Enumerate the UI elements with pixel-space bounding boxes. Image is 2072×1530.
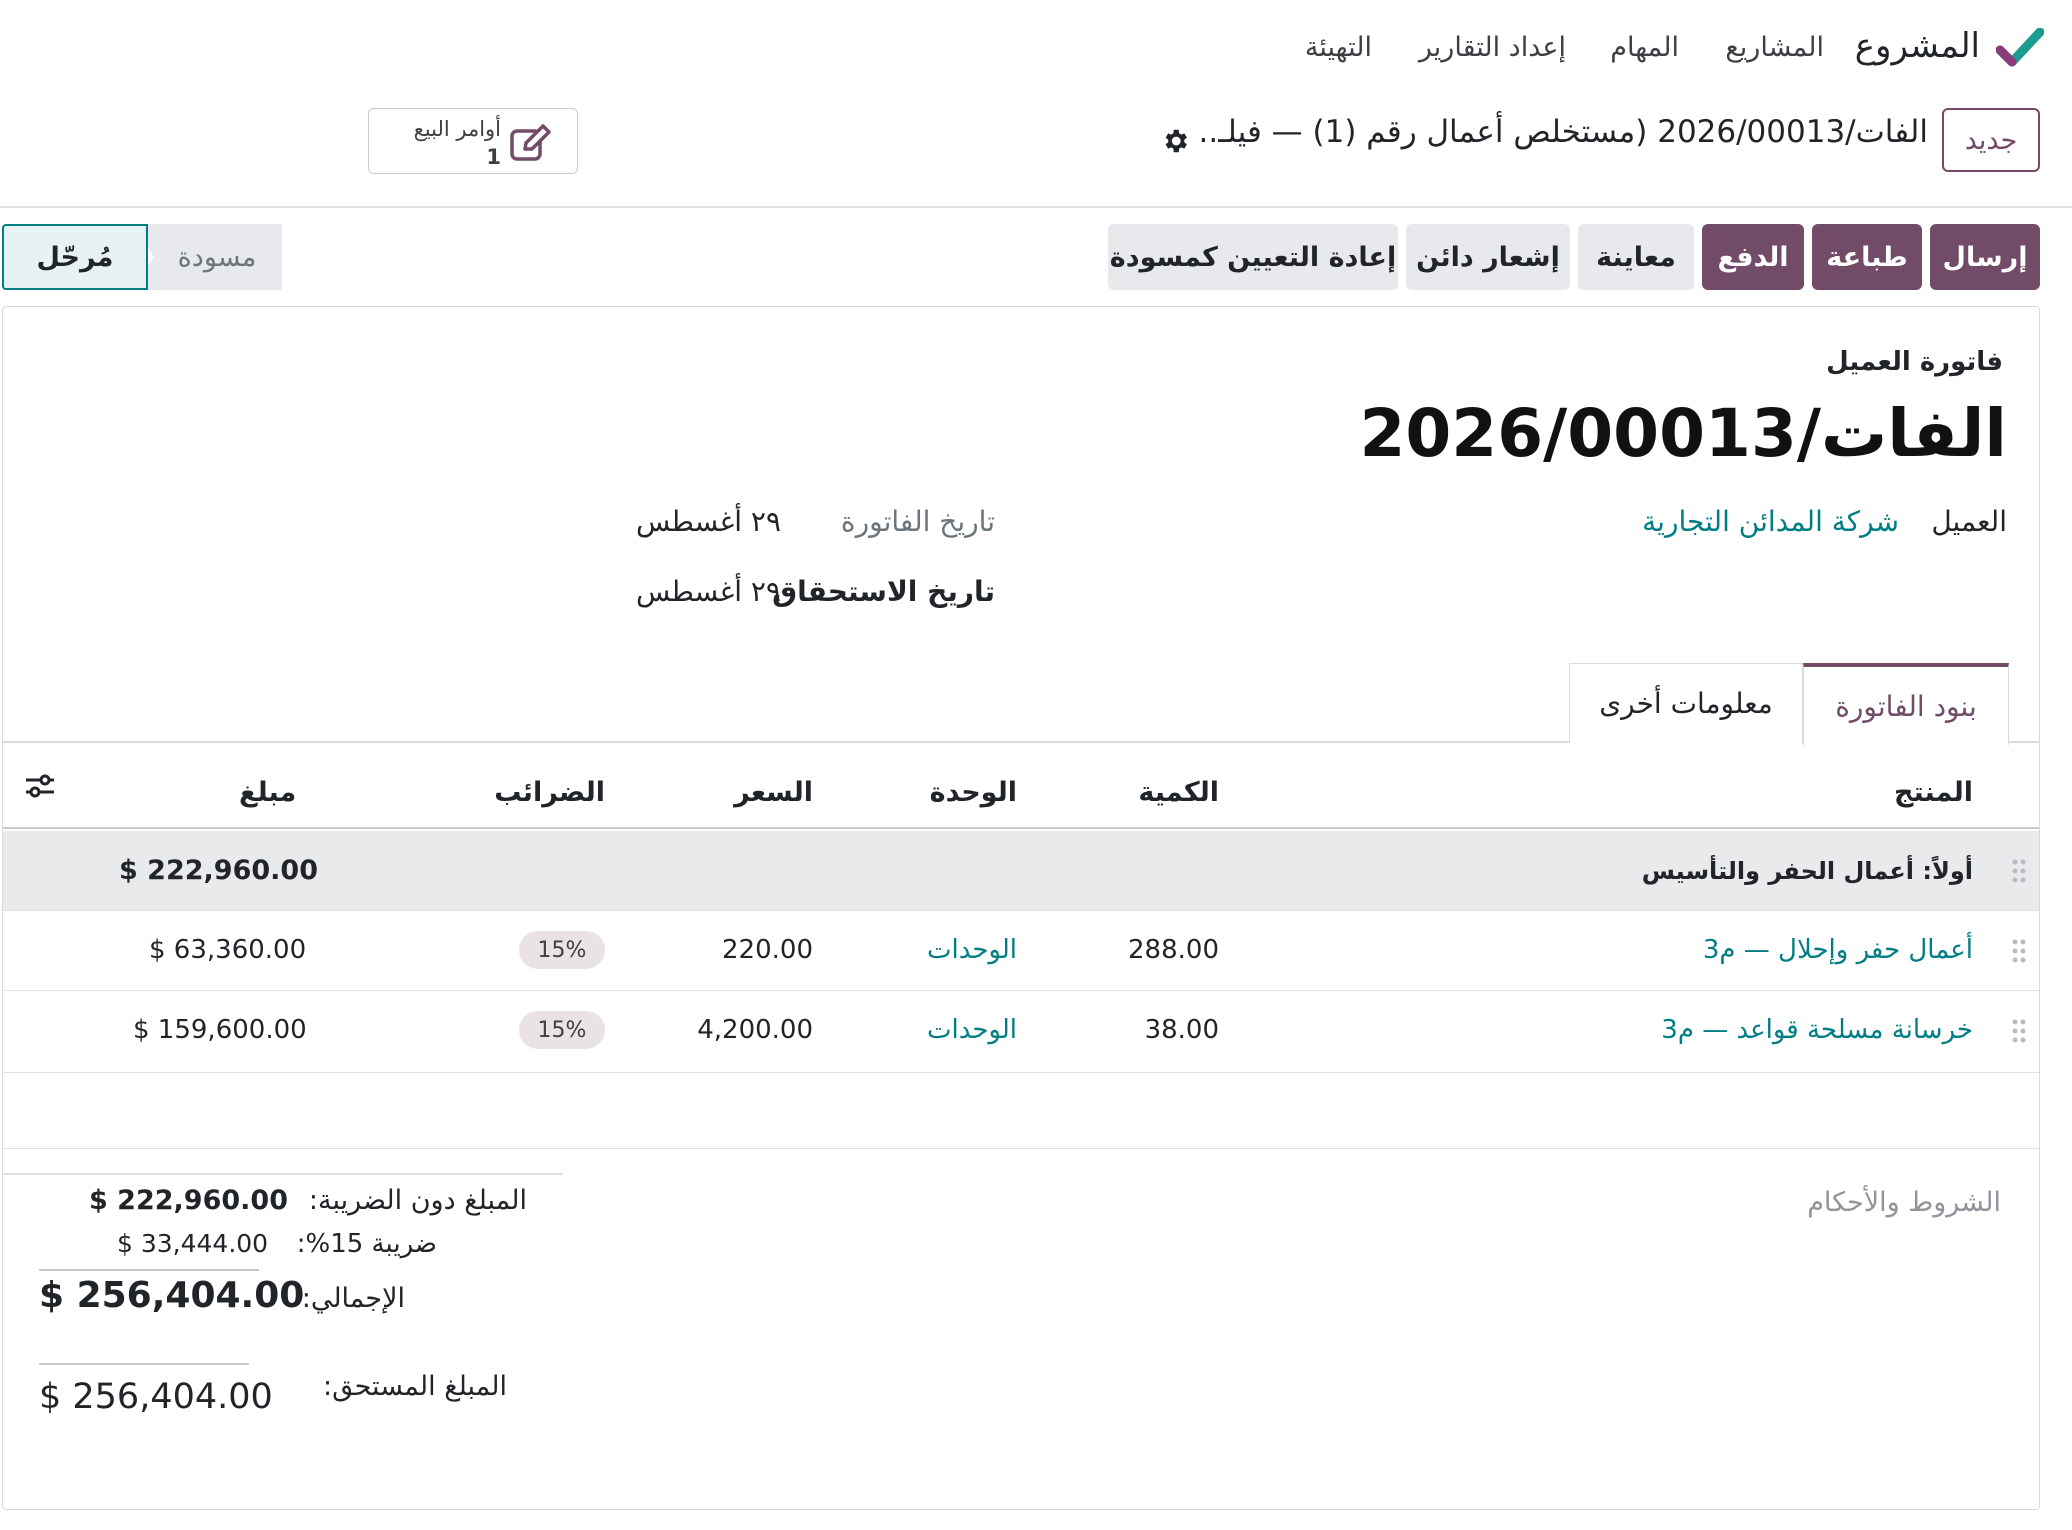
pay-button[interactable]: الدفع	[1702, 224, 1804, 290]
tab-invoice-lines[interactable]: بنود الفاتورة	[1803, 663, 2009, 745]
section-subtotal: $ 222,960.00	[119, 855, 318, 886]
sale-orders-smart-button[interactable]: أوامر البيع 1	[368, 108, 578, 174]
top-navbar: المشروع المشاريع المهام إعداد التقارير ا…	[0, 0, 2072, 96]
breadcrumb-title: الفات/2026/00013 (مستخلص أعمال رقم (1) —…	[1198, 114, 1928, 150]
column-taxes[interactable]: الضرائب	[494, 777, 605, 808]
nav-item-configuration[interactable]: التهيئة	[1305, 32, 1372, 63]
preview-button[interactable]: معاينة	[1578, 224, 1694, 290]
total-amount: $ 256,404.00	[39, 1275, 305, 1316]
table-header: المنتج الكمية الوحدة السعر الضرائب مبلغ	[3, 743, 2039, 829]
drag-handle-icon[interactable]	[2009, 1016, 2029, 1046]
credit-note-button[interactable]: إشعار دائن	[1406, 224, 1570, 290]
amount-due-label: المبلغ المستحق:	[323, 1371, 507, 1402]
empty-row	[3, 1073, 2039, 1149]
new-button[interactable]: جديد	[1942, 108, 2040, 172]
nav-item-projects[interactable]: المشاريع	[1725, 32, 1824, 63]
invoice-date-label: تاريخ الفاتورة	[840, 505, 995, 538]
terms-field[interactable]: الشروط والأحكام	[1807, 1187, 2001, 1218]
line-amount: $ 159,600.00	[133, 1015, 307, 1045]
nav-item-reporting[interactable]: إعداد التقارير	[1419, 32, 1566, 63]
print-button[interactable]: طباعة	[1812, 224, 1922, 290]
line-uom[interactable]: الوحدات	[927, 1015, 1017, 1045]
section-row[interactable]: أولاً: أعمال الحفر والتأسيس $ 222,960.00	[3, 831, 2039, 911]
due-date-field[interactable]: ٢٩ أغسطس	[636, 575, 781, 608]
status-bar: مسودة مُرحّل	[2, 224, 282, 290]
reset-to-draft-button[interactable]: إعادة التعيين كمسودة	[1108, 224, 1398, 290]
line-quantity[interactable]: 38.00	[1145, 1015, 1219, 1045]
invoice-number: الفات/2026/00013	[1359, 395, 2007, 472]
send-button[interactable]: إرسال	[1930, 224, 2040, 290]
document-type: فاتورة العميل	[1826, 347, 2003, 377]
tax-badge[interactable]: 15%	[519, 1011, 605, 1049]
customer-label: العميل	[1931, 505, 2007, 538]
table-row[interactable]: خرسانة مسلحة قواعد — م3 38.00 الوحدات 4,…	[3, 991, 2039, 1073]
totals-divider	[3, 1173, 563, 1175]
invoice-form-sheet: فاتورة العميل الفات/2026/00013 العميل شر…	[2, 306, 2040, 1510]
edit-icon	[510, 124, 551, 161]
section-title: أولاً: أعمال الحفر والتأسيس	[1641, 857, 1973, 885]
gear-icon[interactable]	[1160, 126, 1190, 156]
drag-handle-icon[interactable]	[2009, 856, 2029, 886]
total-label: الإجمالي:	[301, 1283, 405, 1314]
line-product[interactable]: أعمال حفر وإحلال — م3	[1703, 935, 1973, 965]
column-price[interactable]: السعر	[734, 777, 813, 808]
tax-amount: $ 33,444.00	[117, 1229, 269, 1258]
sale-orders-count: 1	[486, 145, 501, 169]
tax-label: ضريبة 15%:	[296, 1229, 437, 1259]
invoice-date-field[interactable]: ٢٩ أغسطس	[636, 505, 781, 538]
sale-orders-label: أوامر البيع	[413, 117, 501, 141]
project-app-logo-icon[interactable]	[1996, 28, 2044, 68]
untaxed-amount: $ 222,960.00	[89, 1185, 288, 1216]
total-divider	[39, 1269, 259, 1271]
table-row[interactable]: أعمال حفر وإحلال — م3 288.00 الوحدات 220…	[3, 911, 2039, 991]
column-amount[interactable]: مبلغ	[239, 777, 296, 808]
line-uom[interactable]: الوحدات	[927, 935, 1017, 965]
line-quantity[interactable]: 288.00	[1128, 935, 1219, 965]
due-date-label: تاريخ الاستحقاق	[772, 575, 995, 608]
status-posted[interactable]: مُرحّل	[2, 224, 148, 290]
tab-other-info[interactable]: معلومات أخرى	[1569, 663, 1803, 743]
tax-badge[interactable]: 15%	[519, 931, 605, 969]
line-amount: $ 63,360.00	[149, 935, 307, 965]
column-uom[interactable]: الوحدة	[930, 777, 1017, 808]
drag-handle-icon[interactable]	[2009, 936, 2029, 966]
status-draft[interactable]: مسودة	[132, 224, 282, 290]
untaxed-label: المبلغ دون الضريبة:	[308, 1185, 527, 1216]
column-quantity[interactable]: الكمية	[1138, 777, 1219, 808]
optional-columns-icon[interactable]	[23, 771, 57, 801]
amount-due: $ 256,404.00	[39, 1377, 273, 1417]
column-product[interactable]: المنتج	[1894, 777, 1973, 808]
customer-field[interactable]: شركة المدائن التجارية	[1642, 505, 1899, 538]
nav-item-tasks[interactable]: المهام	[1610, 32, 1679, 63]
line-price[interactable]: 220.00	[722, 935, 813, 965]
line-product[interactable]: خرسانة مسلحة قواعد — م3	[1661, 1015, 1973, 1045]
line-price[interactable]: 4,200.00	[697, 1015, 813, 1045]
residual-divider	[39, 1363, 249, 1365]
app-name[interactable]: المشروع	[1855, 26, 1980, 66]
header-divider	[0, 206, 2072, 208]
